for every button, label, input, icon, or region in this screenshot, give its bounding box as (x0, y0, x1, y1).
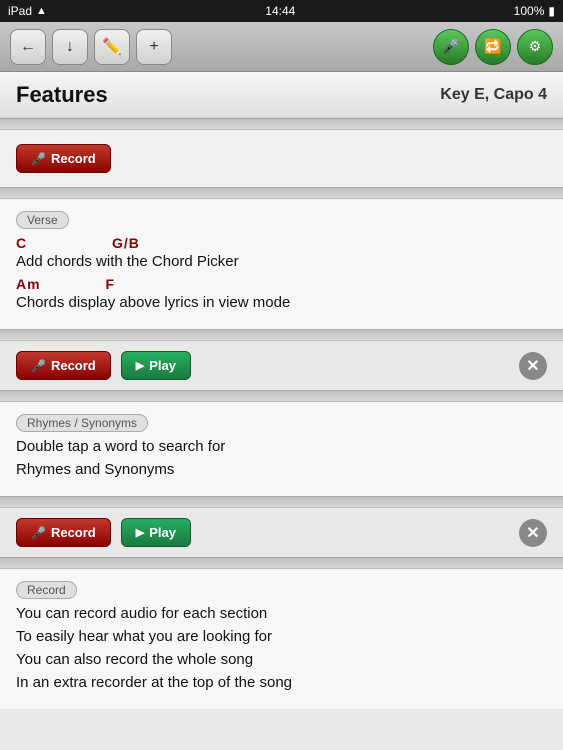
divider-top (0, 118, 563, 130)
controls-section-2: 🎤 Record ▶ Play ✕ (0, 508, 563, 557)
record-desc-line-4: In an extra recorder at the top of the s… (16, 674, 547, 691)
time-label: 14:44 (265, 4, 295, 18)
controls-section-1: 🎤 Record ▶ Play ✕ (0, 341, 563, 390)
rec-mic-icon-1: 🎤 (31, 359, 46, 373)
top-record-button[interactable]: 🎤 Record (16, 144, 111, 173)
close-icon-2: ✕ (526, 523, 539, 543)
chord-gb: G/B (112, 235, 140, 251)
lyric-line-2: Chords display above lyrics in view mode (16, 294, 547, 311)
pencil-icon: ✏️ (102, 37, 122, 57)
record-label-1: Record (51, 358, 96, 373)
battery-icon: ▮ (548, 4, 555, 18)
chord-f: F (105, 276, 115, 292)
main-content: 🎤 Record Verse C G/B Add chords with the… (0, 118, 563, 750)
record-desc-line-2: To easily hear what you are looking for (16, 628, 547, 645)
divider-3 (0, 329, 563, 341)
record-label-2: Record (51, 525, 96, 540)
back-button[interactable]: ← (10, 29, 46, 65)
toolbar: ← ↓ ✏️ + 🎤 🔁 ⚙ (0, 22, 563, 72)
play-icon-2: ▶ (136, 526, 144, 539)
rhymes-line-2: Rhymes and Synonyms (16, 461, 547, 478)
play-button-2[interactable]: ▶ Play (121, 518, 191, 547)
lyric-line-1: Add chords with the Chord Picker (16, 253, 547, 270)
edit-button[interactable]: ✏️ (94, 29, 130, 65)
divider-5 (0, 496, 563, 508)
down-button[interactable]: ↓ (52, 29, 88, 65)
close-icon-1: ✕ (526, 356, 539, 376)
chord-line-2: Am F (16, 276, 547, 292)
settings-button[interactable]: ⚙ (517, 29, 553, 65)
record-button-1[interactable]: 🎤 Record (16, 351, 111, 380)
rhymes-line-1: Double tap a word to search for (16, 438, 547, 455)
wifi-icon: ▲ (36, 5, 47, 17)
status-left: iPad ▲ (8, 4, 47, 18)
record-tag: Record (16, 581, 77, 599)
record-mic-icon: 🎤 (31, 152, 46, 166)
carrier-label: iPad (8, 4, 32, 18)
divider-6 (0, 557, 563, 569)
mic-icon: 🎤 (442, 38, 459, 55)
loop-icon: 🔁 (484, 38, 501, 55)
record-desc-line-3: You can also record the whole song (16, 651, 547, 668)
mic-button[interactable]: 🎤 (433, 29, 469, 65)
rhymes-tag: Rhymes / Synonyms (16, 414, 148, 432)
play-icon-1: ▶ (136, 359, 144, 372)
rhymes-section: Rhymes / Synonyms Double tap a word to s… (0, 402, 563, 496)
top-record-section: 🎤 Record (0, 130, 563, 187)
status-right: 100% ▮ (514, 4, 555, 18)
play-label-1: Play (149, 358, 176, 373)
top-record-label: Record (51, 151, 96, 166)
record-desc-section: Record You can record audio for each sec… (0, 569, 563, 709)
back-icon: ← (20, 38, 36, 56)
chord-line-1: C G/B (16, 235, 547, 251)
down-icon: ↓ (66, 38, 74, 56)
close-button-2[interactable]: ✕ (519, 519, 547, 547)
page-title: Features (16, 82, 108, 108)
add-button[interactable]: + (136, 29, 172, 65)
chord-c: C (16, 235, 27, 251)
verse-tag: Verse (16, 211, 69, 229)
plus-icon: + (149, 38, 158, 56)
loop-button[interactable]: 🔁 (475, 29, 511, 65)
page-header: Features Key E, Capo 4 (0, 72, 563, 118)
gear-icon: ⚙ (529, 38, 542, 55)
verse-section: Verse C G/B Add chords with the Chord Pi… (0, 199, 563, 329)
status-bar: iPad ▲ 14:44 100% ▮ (0, 0, 563, 22)
key-info: Key E, Capo 4 (440, 86, 547, 104)
record-button-2[interactable]: 🎤 Record (16, 518, 111, 547)
chord-am: Am (16, 276, 41, 292)
close-button-1[interactable]: ✕ (519, 352, 547, 380)
rec-mic-icon-2: 🎤 (31, 526, 46, 540)
toolbar-right: 🎤 🔁 ⚙ (433, 29, 553, 65)
toolbar-left: ← ↓ ✏️ + (10, 29, 172, 65)
divider-4 (0, 390, 563, 402)
record-desc-line-1: You can record audio for each section (16, 605, 547, 622)
battery-label: 100% (514, 4, 545, 18)
divider-2 (0, 187, 563, 199)
play-label-2: Play (149, 525, 176, 540)
play-button-1[interactable]: ▶ Play (121, 351, 191, 380)
